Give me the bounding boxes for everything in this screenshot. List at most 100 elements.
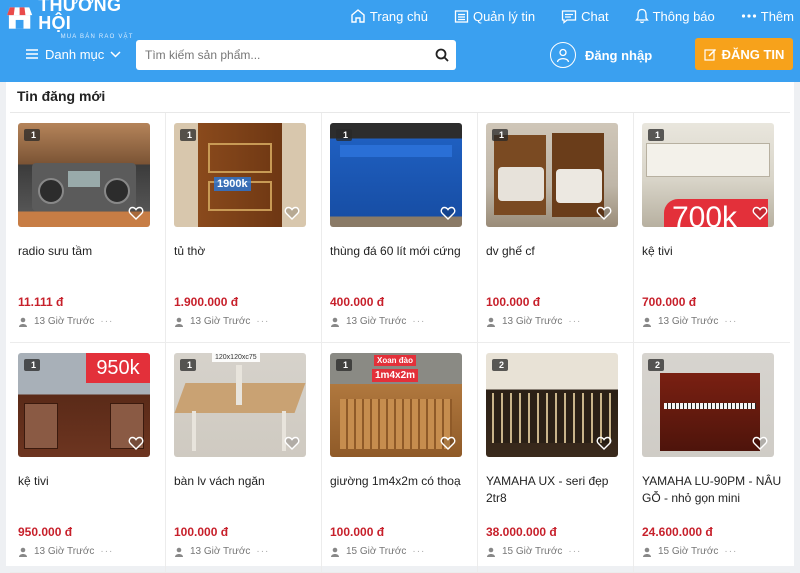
home-icon — [351, 9, 365, 23]
seller-avatar-icon — [331, 547, 339, 557]
listing-meta: 15 Giờ Trước ··· — [486, 546, 581, 557]
login-label: Đăng nhập — [585, 47, 653, 63]
image-count: 1 — [24, 359, 41, 371]
listing-price: 11.111 đ — [18, 295, 64, 309]
more-options-icon[interactable]: ··· — [724, 316, 737, 327]
listing-time: 13 Giờ Trước — [34, 316, 95, 327]
listing-image: 950k 1 — [18, 353, 150, 457]
size-overlay: 1m4x2m — [372, 369, 419, 382]
listing-card[interactable]: 950k 1 kệ tivi 950.000 đ 13 Giờ Trước ··… — [10, 343, 166, 573]
listing-image: 2 — [642, 353, 774, 457]
more-options-icon[interactable]: ··· — [724, 546, 737, 557]
listing-image: 1 — [18, 123, 150, 227]
heart-icon[interactable] — [752, 205, 768, 221]
listing-price: 100.000 đ — [174, 525, 229, 539]
site-logo[interactable]: THƯƠNG HỘI MUA BÁN RAO VẶT — [6, 0, 156, 40]
listing-price: 100.000 đ — [330, 525, 385, 539]
heart-icon[interactable] — [128, 435, 144, 451]
list-icon — [454, 9, 469, 23]
price-overlay: 950k — [86, 353, 150, 383]
listing-title: thùng đá 60 lít mới cứng — [330, 244, 461, 258]
listing-image: 1 — [330, 123, 462, 227]
image-count: 1 — [648, 129, 665, 141]
listing-time: 13 Giờ Trước — [502, 316, 563, 327]
search-input[interactable] — [136, 41, 428, 69]
chevron-down-icon — [110, 50, 121, 58]
listing-title: radio sưu tầm — [18, 244, 93, 258]
more-options-icon[interactable]: ··· — [412, 546, 425, 557]
seller-avatar-icon — [175, 547, 183, 557]
heart-icon[interactable] — [440, 435, 456, 451]
listing-card[interactable]: 700k 1 kệ tivi 700.000 đ 13 Giờ Trước ··… — [634, 113, 790, 343]
nav-manage-posts[interactable]: Quản lý tin — [454, 9, 535, 24]
listing-meta: 13 Giờ Trước ··· — [174, 316, 269, 327]
heart-icon[interactable] — [596, 435, 612, 451]
listing-card[interactable]: 120x120xc75 1 bàn lv vách ngăn 100.000 đ… — [166, 343, 322, 573]
listing-time: 13 Giờ Trước — [190, 316, 251, 327]
nav-manage-posts-label: Quản lý tin — [472, 8, 536, 24]
listing-title: kệ tivi — [18, 474, 49, 488]
seller-avatar-icon — [487, 547, 495, 557]
seller-avatar-icon — [19, 317, 27, 327]
listing-card[interactable]: 2 YAMAHA LU-90PM - NÂU GỖ - nhỏ gọn mini… — [634, 343, 790, 573]
login-button[interactable]: Đăng nhập — [550, 40, 652, 70]
listing-meta: 15 Giờ Trước ··· — [642, 546, 737, 557]
listing-title: YAMAHA LU-90PM - NÂU GỖ - nhỏ gọn mini — [642, 474, 782, 505]
search-button[interactable] — [428, 41, 456, 69]
listing-title: kệ tivi — [642, 244, 673, 258]
image-count: 1 — [180, 359, 197, 371]
seller-avatar-icon — [175, 317, 183, 327]
listing-card[interactable]: 1900k 1 tủ thờ 1.900.000 đ 13 Giờ Trước … — [166, 113, 322, 343]
nav-more[interactable]: Thêm — [741, 9, 794, 24]
hamburger-icon — [26, 49, 38, 59]
category-menu-label: Danh mục — [45, 46, 105, 62]
search-icon — [435, 48, 449, 62]
listing-title: YAMAHA UX - seri đẹp 2tr8 — [486, 474, 609, 505]
listing-title: bàn lv vách ngăn — [174, 474, 265, 488]
seller-avatar-icon — [487, 317, 495, 327]
listing-meta: 13 Giờ Trước ··· — [18, 546, 113, 557]
nav-home[interactable]: Trang chủ — [350, 8, 428, 24]
image-count: 2 — [648, 359, 665, 371]
listing-card[interactable]: 1 dv ghế cf 100.000 đ 13 Giờ Trước ··· — [478, 113, 634, 343]
listing-price: 100.000 đ — [486, 295, 541, 309]
more-options-icon[interactable]: ··· — [568, 316, 581, 327]
listing-meta: 15 Giờ Trước ··· — [330, 546, 425, 557]
image-count: 1 — [180, 129, 197, 141]
seller-avatar-icon — [331, 317, 339, 327]
listing-card[interactable]: Xoan đào 1m4x2m 1 giường 1m4x2m có thoạ … — [322, 343, 478, 573]
image-count: 1 — [492, 129, 509, 141]
image-count: 1 — [24, 129, 41, 141]
listing-price: 38.000.000 đ — [486, 525, 557, 539]
listing-meta: 13 Giờ Trước ··· — [330, 316, 425, 327]
nav-more-label: Thêm — [760, 8, 794, 24]
heart-icon[interactable] — [440, 205, 456, 221]
heart-icon[interactable] — [284, 205, 300, 221]
more-options-icon[interactable]: ··· — [256, 316, 269, 327]
more-options-icon[interactable]: ··· — [568, 546, 581, 557]
seller-avatar-icon — [643, 547, 651, 557]
more-options-icon[interactable]: ··· — [412, 316, 425, 327]
store-icon — [6, 7, 33, 29]
listing-price: 1.900.000 đ — [174, 295, 239, 309]
heart-icon[interactable] — [284, 435, 300, 451]
listing-image: 1900k 1 — [174, 123, 306, 227]
heart-icon[interactable] — [596, 205, 612, 221]
listing-time: 13 Giờ Trước — [346, 316, 407, 327]
more-options-icon[interactable]: ··· — [100, 546, 113, 557]
post-listing-button[interactable]: ĐĂNG TIN — [695, 38, 793, 70]
more-options-icon[interactable]: ··· — [256, 546, 269, 557]
listing-card[interactable]: 1 radio sưu tầm 11.111 đ 13 Giờ Trước ··… — [10, 113, 166, 343]
nav-chat[interactable]: Chat — [561, 9, 609, 24]
image-count: 1 — [336, 129, 353, 141]
listing-time: 13 Giờ Trước — [190, 546, 251, 557]
heart-icon[interactable] — [752, 435, 768, 451]
listing-card[interactable]: 1 thùng đá 60 lít mới cứng 400.000 đ 13 … — [322, 113, 478, 343]
heart-icon[interactable] — [128, 205, 144, 221]
listing-card[interactable]: 2 YAMAHA UX - seri đẹp 2tr8 38.000.000 đ… — [478, 343, 634, 573]
more-options-icon[interactable]: ··· — [100, 316, 113, 327]
listing-title: tủ thờ — [174, 244, 206, 258]
nav-notifications[interactable]: Thông báo — [634, 8, 715, 24]
listing-image: 700k 1 — [642, 123, 774, 227]
category-menu-button[interactable]: Danh mục — [26, 38, 128, 70]
